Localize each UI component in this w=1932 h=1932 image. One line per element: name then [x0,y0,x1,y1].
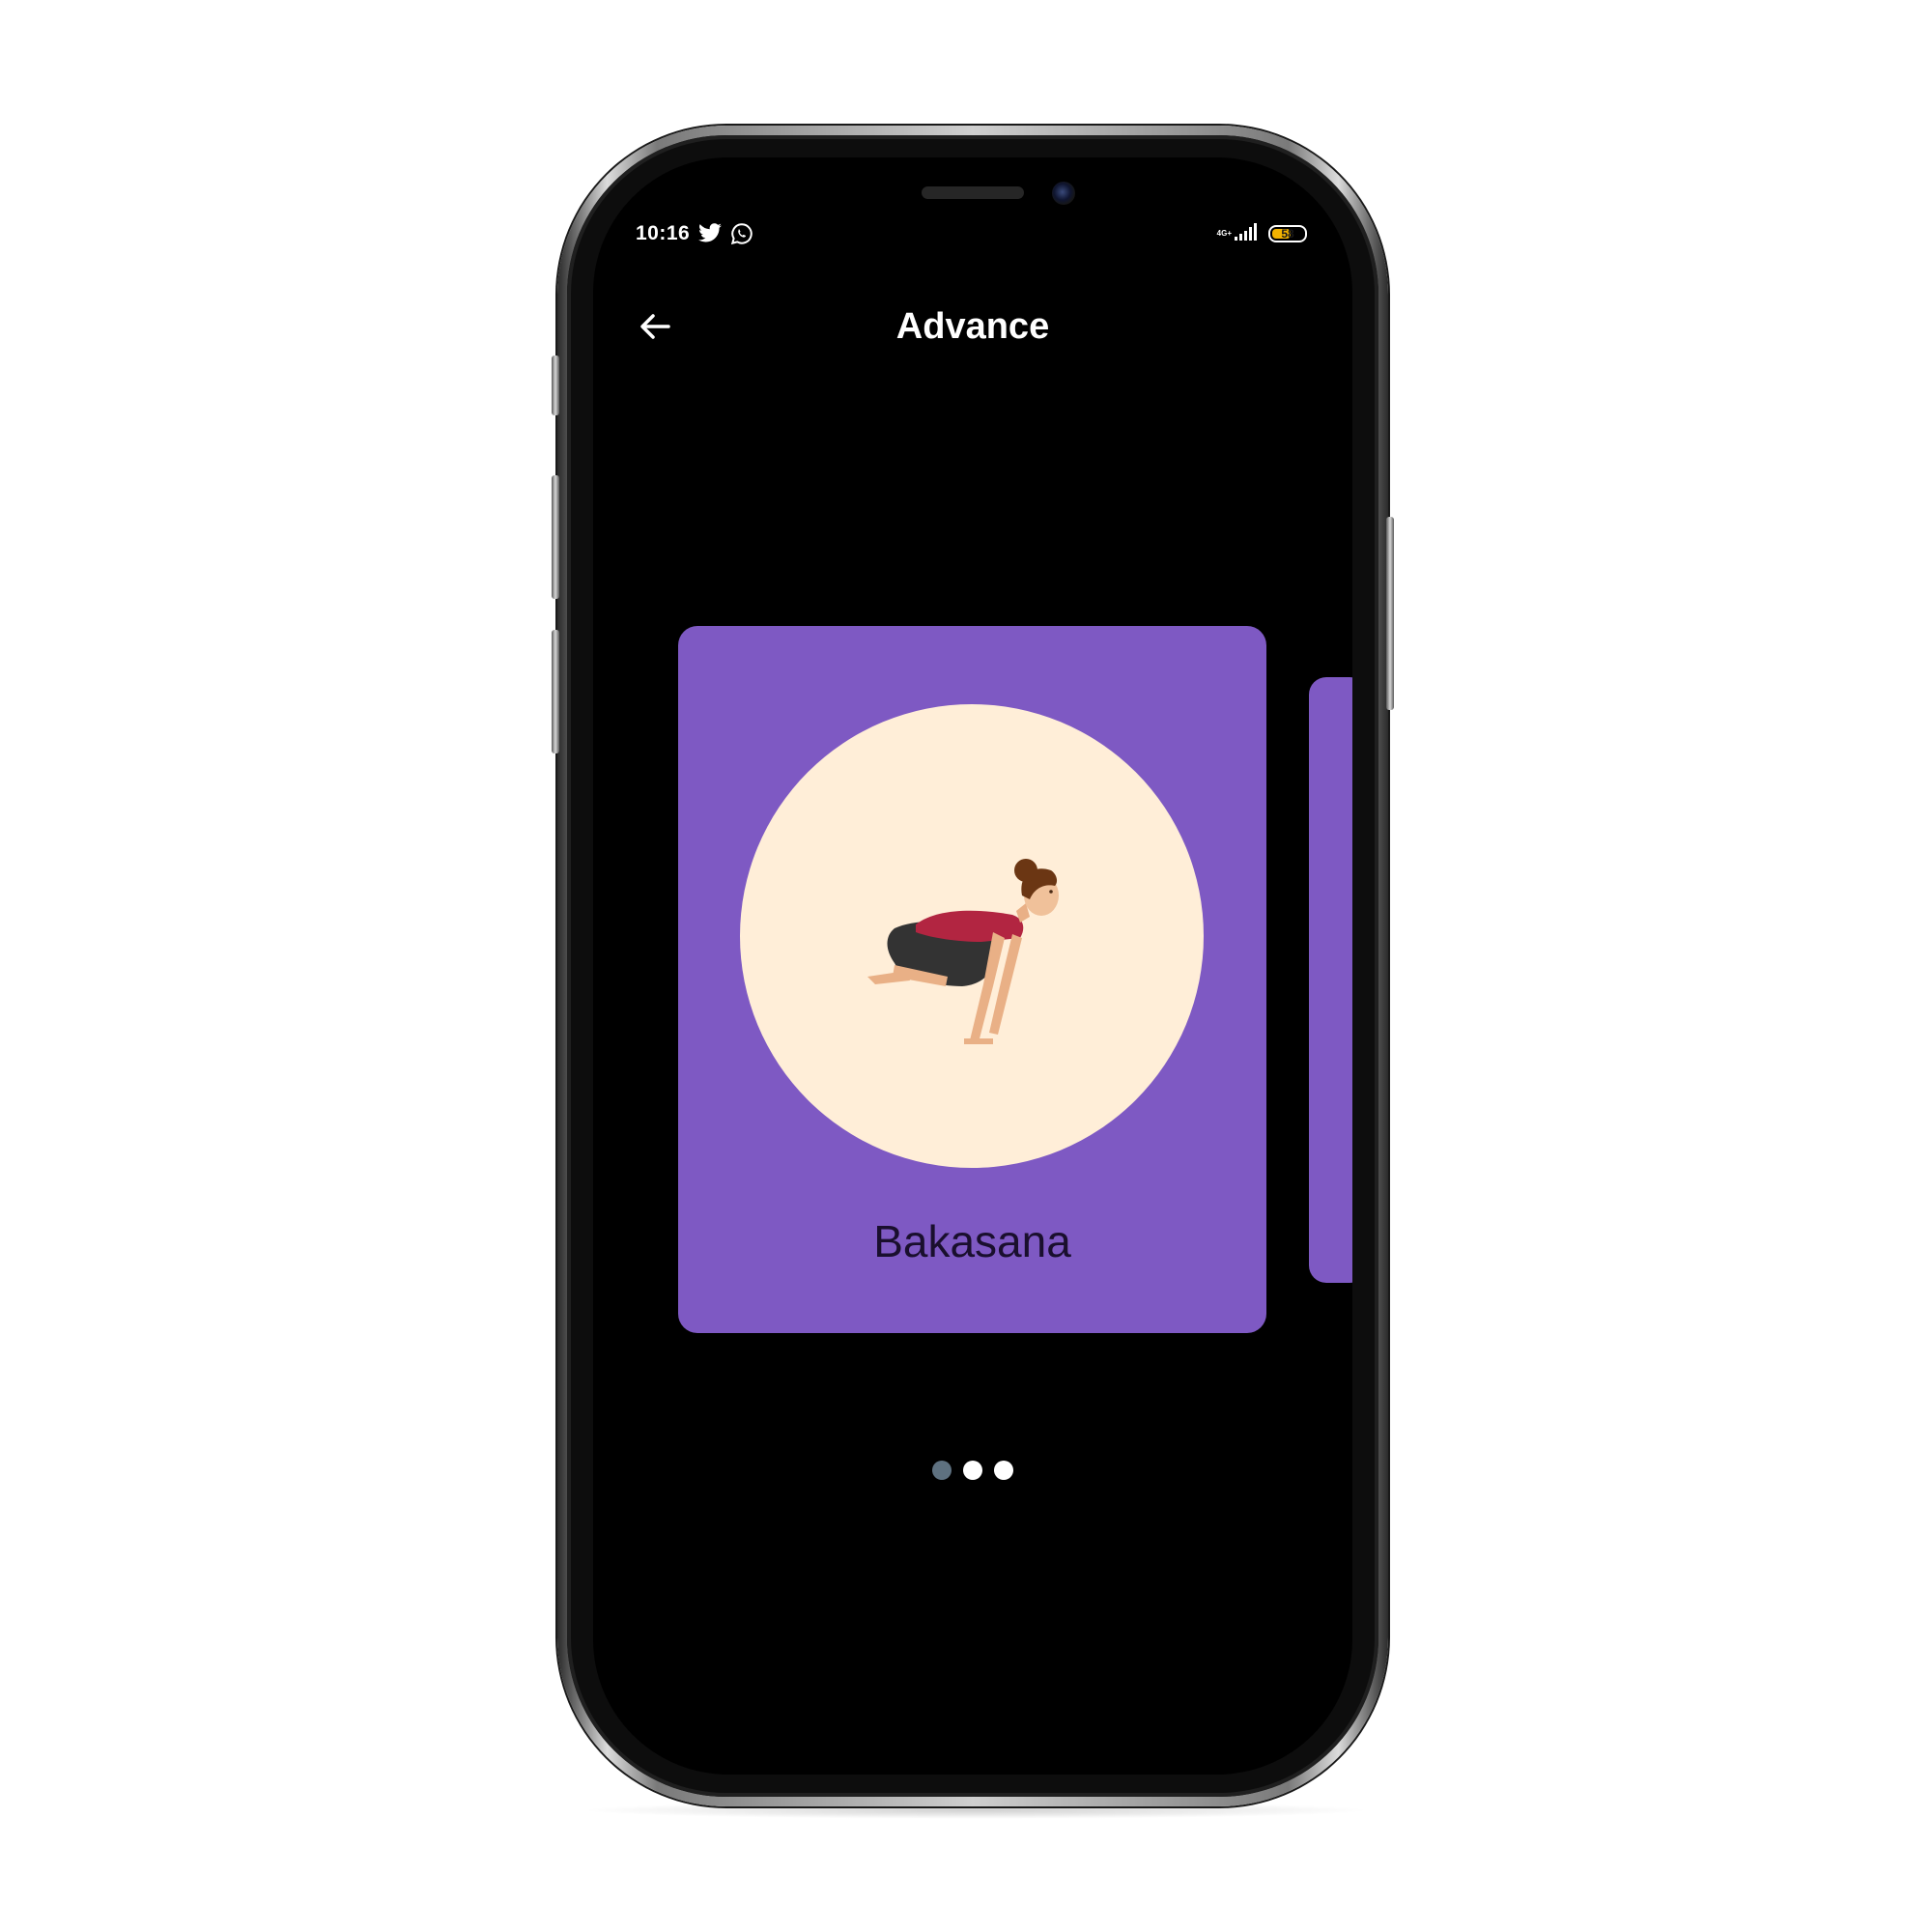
page-indicator [593,1461,1352,1480]
page-dot[interactable] [932,1461,952,1480]
phone-screen: 10:16 4G+ 58 Advance Bakasana [593,157,1352,1775]
earpiece-speaker [922,186,1024,199]
pose-image-circle [740,704,1204,1168]
pose-name: Bakasana [873,1216,1071,1266]
crow-pose-illustration [867,859,1059,1044]
volume-up-button [552,475,559,599]
page-dot[interactable] [994,1461,1013,1480]
status-bar: 10:16 4G+ 58 [636,217,1307,250]
page-title: Advance [895,306,1050,347]
pose-card[interactable]: Bakasana [678,626,1266,1333]
app-bar: Advance [593,293,1352,360]
power-button [1386,517,1394,710]
battery-level: 58 [1281,227,1294,241]
whatsapp-icon [730,222,753,245]
mute-switch [552,355,559,415]
signal-icon [1234,222,1259,245]
twitter-icon [697,223,723,244]
page-dot[interactable] [963,1461,982,1480]
network-type: 4G+ [1216,229,1232,238]
next-pose-card[interactable] [1309,677,1352,1283]
front-camera [1052,182,1075,205]
volume-down-button [552,630,559,753]
status-time: 10:16 [636,222,691,244]
battery-icon: 58 [1268,225,1307,242]
status-right: 4G+ 58 [1216,222,1307,245]
